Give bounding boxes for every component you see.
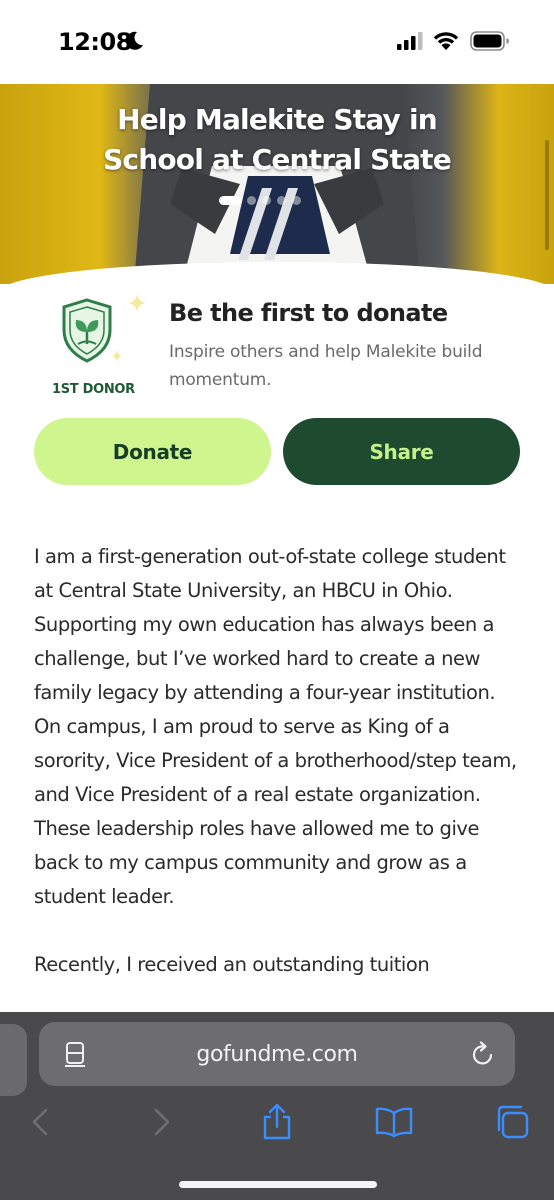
home-indicator[interactable] xyxy=(179,1181,377,1188)
carousel-dot[interactable] xyxy=(262,196,271,205)
campaign-title-line2: School at Central State xyxy=(103,143,452,176)
shield-sprout-icon xyxy=(62,294,146,363)
status-bar: 12:08 xyxy=(0,0,554,84)
campaign-title-line1: Help Malekite Stay in xyxy=(117,103,438,136)
wifi-icon xyxy=(433,32,459,50)
bookmarks-icon[interactable] xyxy=(374,1102,414,1142)
browser-toolbar: gofundme.com xyxy=(0,1012,554,1200)
campaign-story: I am a first-generation out-of-state col… xyxy=(34,540,524,1016)
cellular-signal-icon xyxy=(397,32,423,50)
donor-promo-subtitle: Inspire others and help Malekite build m… xyxy=(169,342,483,390)
forward-icon[interactable] xyxy=(140,1102,180,1142)
carousel-dots[interactable] xyxy=(219,196,301,205)
status-time: 12:08 xyxy=(58,28,132,56)
scrollbar[interactable] xyxy=(545,140,549,250)
carousel-dot[interactable] xyxy=(247,196,256,205)
donate-button[interactable]: Donate xyxy=(34,418,271,485)
carousel-dot[interactable] xyxy=(277,196,286,205)
story-paragraph: Recently, I received an outstanding tuit… xyxy=(34,953,430,976)
campaign-hero-image[interactable]: Help Malekite Stay in School at Central … xyxy=(0,84,554,284)
donor-promo-title: Be the first to donate xyxy=(169,299,448,327)
story-paragraph: I am a first-generation out-of-state col… xyxy=(34,545,517,908)
donor-badge-label: 1ST DONOR xyxy=(52,382,135,397)
carousel-dot-active[interactable] xyxy=(219,196,241,205)
sparkle-icon xyxy=(128,294,146,312)
back-icon[interactable] xyxy=(22,1102,62,1142)
reader-icon[interactable] xyxy=(61,1040,89,1068)
carousel-dot[interactable] xyxy=(292,196,301,205)
tabs-icon[interactable] xyxy=(492,1102,532,1142)
reload-icon[interactable] xyxy=(469,1040,497,1068)
battery-icon xyxy=(470,31,509,51)
share-button[interactable]: Share xyxy=(283,418,520,485)
previous-tab-peek[interactable] xyxy=(0,1024,27,1096)
share-icon[interactable] xyxy=(257,1102,297,1142)
url-text[interactable]: gofundme.com xyxy=(39,1022,515,1086)
moon-icon xyxy=(126,31,143,50)
address-bar[interactable]: gofundme.com xyxy=(39,1022,515,1086)
campaign-title: Help Malekite Stay in School at Central … xyxy=(0,100,554,180)
